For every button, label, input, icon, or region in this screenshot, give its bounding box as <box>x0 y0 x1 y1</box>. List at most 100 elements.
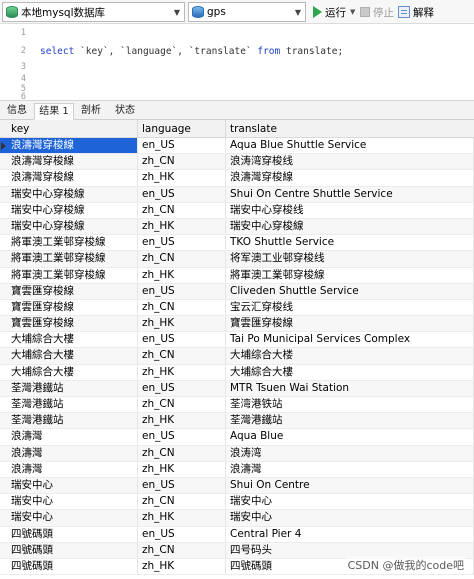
cell-translate[interactable]: Aqua Blue Shuttle Service <box>226 138 474 154</box>
cell-translate[interactable]: Tai Po Municipal Services Complex <box>226 332 474 348</box>
sql-editor[interactable]: 1 2 3 4 5 6 select `key`, `language`, `t… <box>0 24 474 102</box>
cell-key[interactable]: 浪濤灣 <box>0 461 138 477</box>
table-row[interactable]: 寶雲匯穿梭線 zh_HK 寶雲匯穿梭線 <box>0 316 474 333</box>
table-row[interactable]: 浪濤灣穿梭線 zh_CN 浪涛湾穿梭线 <box>0 154 474 171</box>
table-row[interactable]: 瑞安中心穿梭線 zh_CN 瑞安中心穿梭线 <box>0 202 474 219</box>
cell-key[interactable]: 四號碼頭 <box>0 558 138 575</box>
run-dropdown-icon[interactable]: ▼ <box>350 8 355 16</box>
cell-key[interactable]: 大埔綜合大樓 <box>0 348 138 364</box>
table-row[interactable]: 浪濤灣 zh_CN 浪涛湾 <box>0 445 474 462</box>
cell-key[interactable]: 瑞安中心穿梭線 <box>0 186 138 202</box>
table-row[interactable]: 寶雲匯穿梭線 zh_CN 宝云汇穿梭线 <box>0 299 474 317</box>
table-row[interactable]: 瑞安中心穿梭線 zh_HK 瑞安中心穿梭線 <box>0 218 474 236</box>
cell-key[interactable]: 瑞安中心 <box>0 494 138 510</box>
table-row[interactable]: 大埔綜合大樓 zh_CN 大埔综合大楼 <box>0 348 474 365</box>
table-row[interactable]: 將軍澳工業邨穿梭線 zh_HK 將軍澳工業邨穿梭線 <box>0 267 474 284</box>
cell-language[interactable]: en_US <box>138 477 226 494</box>
table-row[interactable]: 寶雲匯穿梭線 en_US Cliveden Shuttle Service <box>0 283 474 300</box>
cell-language[interactable]: en_US <box>138 283 226 299</box>
cell-translate[interactable]: 浪涛湾穿梭线 <box>226 154 474 170</box>
run-button[interactable]: 运行 ▼ <box>313 3 355 21</box>
chevron-down-icon[interactable]: ▼ <box>170 3 184 21</box>
cell-translate[interactable]: 將軍澳工業邨穿梭線 <box>226 267 474 283</box>
cell-language[interactable]: en_US <box>138 332 226 348</box>
tab-result-1[interactable]: 结果 1 <box>34 103 74 120</box>
cell-translate[interactable]: 瑞安中心 <box>226 510 474 526</box>
cell-translate[interactable]: 将军澳工业邨穿梭线 <box>226 251 474 267</box>
cell-language[interactable]: zh_CN <box>138 494 226 510</box>
cell-language[interactable]: zh_HK <box>138 510 226 526</box>
cell-translate[interactable]: 荃灣港鐵站 <box>226 413 474 429</box>
table-row[interactable]: 瑞安中心 en_US Shui On Centre <box>0 477 474 495</box>
explain-button[interactable]: 解释 <box>398 3 434 21</box>
cell-language[interactable]: zh_CN <box>138 154 226 170</box>
cell-key[interactable]: 荃灣港鐵站 <box>0 380 138 396</box>
cell-key[interactable]: 四號碼頭 <box>0 526 138 542</box>
cell-key[interactable]: 荃灣港鐵站 <box>0 397 138 413</box>
cell-key[interactable]: 瑞安中心 <box>0 477 138 494</box>
cell-translate[interactable]: TKO Shuttle Service <box>226 235 474 251</box>
cell-language[interactable]: zh_CN <box>138 299 226 316</box>
table-row[interactable]: 將軍澳工業邨穿梭線 en_US TKO Shuttle Service <box>0 235 474 252</box>
cell-key[interactable]: 荃灣港鐵站 <box>0 413 138 429</box>
table-row[interactable]: 瑞安中心 zh_CN 瑞安中心 <box>0 494 474 511</box>
cell-language[interactable]: zh_CN <box>138 348 226 364</box>
cell-translate[interactable]: 荃湾港铁站 <box>226 397 474 413</box>
column-header-key[interactable]: key <box>0 120 138 138</box>
cell-key[interactable]: 將軍澳工業邨穿梭線 <box>0 251 138 267</box>
cell-key[interactable]: 寶雲匯穿梭線 <box>0 299 138 316</box>
table-row[interactable]: 瑞安中心穿梭線 en_US Shui On Centre Shuttle Servi… <box>0 186 474 203</box>
cell-language[interactable]: zh_CN <box>138 397 226 413</box>
tab-profile[interactable]: 剖析 <box>76 103 106 120</box>
cell-language[interactable]: en_US <box>138 186 226 202</box>
chevron-down-icon[interactable]: ▼ <box>291 3 305 21</box>
cell-key[interactable]: 寶雲匯穿梭線 <box>0 283 138 299</box>
cell-language[interactable]: zh_HK <box>138 558 226 575</box>
cell-language[interactable]: zh_CN <box>138 202 226 218</box>
cell-key[interactable]: 浪濤灣 <box>0 445 138 461</box>
connection-select[interactable]: 本地mysql数据库 ▼ <box>2 2 185 22</box>
table-row[interactable]: 荃灣港鐵站 en_US MTR Tsuen Wai Station <box>0 380 474 397</box>
table-row[interactable]: 四號碼頭 en_US Central Pier 4 <box>0 526 474 543</box>
cell-translate[interactable]: 大埔综合大楼 <box>226 348 474 364</box>
cell-key[interactable]: 大埔綜合大樓 <box>0 364 138 380</box>
cell-language[interactable]: zh_HK <box>138 461 226 477</box>
cell-translate[interactable]: 浪濤灣穿梭線 <box>226 170 474 186</box>
cell-key[interactable]: 浪濤灣穿梭線 <box>0 154 138 170</box>
cell-translate[interactable]: Central Pier 4 <box>226 526 474 542</box>
table-row[interactable]: 將軍澳工業邨穿梭線 zh_CN 将军澳工业邨穿梭线 <box>0 251 474 268</box>
cell-language[interactable]: en_US <box>138 429 226 445</box>
cell-key[interactable]: 四號碼頭 <box>0 542 138 558</box>
cell-language[interactable]: zh_HK <box>138 364 226 380</box>
cell-translate[interactable]: Aqua Blue <box>226 429 474 445</box>
cell-language[interactable]: en_US <box>138 526 226 542</box>
cell-language[interactable]: zh_CN <box>138 542 226 558</box>
cell-translate[interactable]: 浪濤灣 <box>226 461 474 477</box>
table-row[interactable]: 荃灣港鐵站 zh_CN 荃湾港铁站 <box>0 397 474 414</box>
cell-language[interactable]: zh_HK <box>138 316 226 332</box>
table-row[interactable]: 大埔綜合大樓 zh_HK 大埔綜合大樓 <box>0 364 474 381</box>
cell-translate[interactable]: Shui On Centre <box>226 477 474 494</box>
cell-translate[interactable]: 四号码头 <box>226 542 474 558</box>
cell-translate[interactable]: 浪涛湾 <box>226 445 474 461</box>
column-header-translate[interactable]: translate <box>226 120 474 138</box>
stop-button[interactable]: 停止 <box>360 3 394 21</box>
table-row[interactable]: 浪濤灣 en_US Aqua Blue <box>0 429 474 446</box>
cell-translate[interactable]: 瑞安中心穿梭线 <box>226 202 474 218</box>
cell-key[interactable]: 瑞安中心穿梭線 <box>0 218 138 235</box>
column-header-language[interactable]: language <box>138 120 226 138</box>
cell-translate[interactable]: 大埔綜合大樓 <box>226 364 474 380</box>
cell-key[interactable]: 將軍澳工業邨穿梭線 <box>0 235 138 251</box>
cell-language[interactable]: zh_CN <box>138 445 226 461</box>
cell-translate[interactable]: MTR Tsuen Wai Station <box>226 380 474 396</box>
cell-key[interactable]: 寶雲匯穿梭線 <box>0 316 138 332</box>
cell-language[interactable]: en_US <box>138 138 226 154</box>
cell-key[interactable]: 將軍澳工業邨穿梭線 <box>0 267 138 283</box>
cell-key[interactable]: 瑞安中心 <box>0 510 138 526</box>
cell-translate[interactable]: 瑞安中心 <box>226 494 474 510</box>
table-row[interactable]: 浪濤灣 zh_HK 浪濤灣 <box>0 461 474 478</box>
cell-language[interactable]: zh_HK <box>138 170 226 186</box>
table-row[interactable]: 浪濤灣穿梭線 en_US Aqua Blue Shuttle Service <box>0 138 474 155</box>
table-row[interactable]: 大埔綜合大樓 en_US Tai Po Municipal Services Com… <box>0 332 474 349</box>
cell-translate[interactable]: Cliveden Shuttle Service <box>226 283 474 299</box>
